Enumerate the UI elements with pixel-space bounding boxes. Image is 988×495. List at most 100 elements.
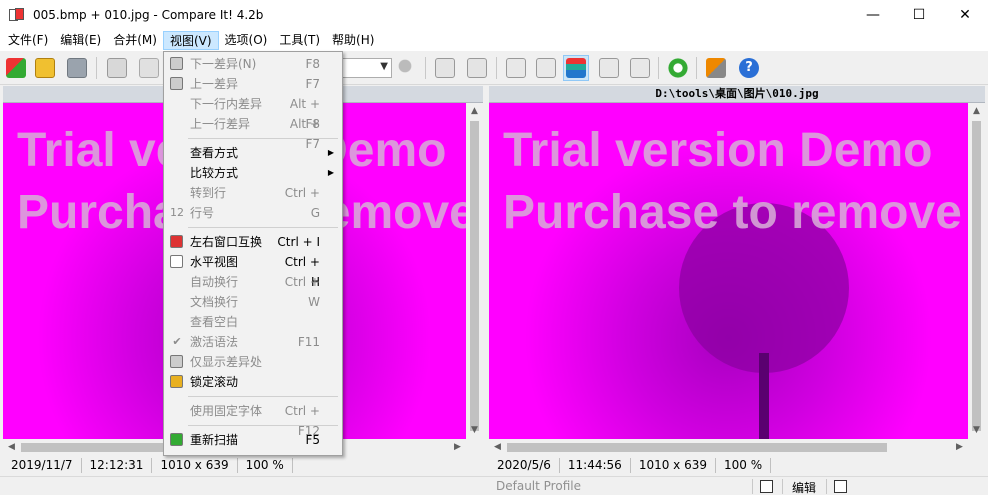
rescan-button[interactable] — [665, 55, 691, 81]
menu-item-label: 重新扫描 — [190, 433, 239, 447]
watermark-line1: Trial version Demo — [503, 124, 933, 177]
scroll-left-icon[interactable]: ◀ — [489, 439, 506, 456]
scroll-thumb[interactable] — [972, 121, 981, 431]
preview-button[interactable] — [136, 55, 162, 81]
view-menu-item[interactable]: 比较方式 ▶ — [164, 163, 342, 183]
menu-item-shortcut: F8 — [305, 57, 320, 71]
submenu-arrow-icon: ▶ — [327, 168, 334, 177]
menu-item-label: 水平视图 — [190, 255, 239, 269]
copy-right-all-button[interactable] — [533, 55, 559, 81]
close-button[interactable]: ✕ — [942, 0, 988, 30]
zoom-level: 100 % — [238, 458, 293, 473]
file-date: 2019/11/7 — [3, 458, 82, 473]
view-menu-item[interactable]: 转到行 Ctrl + G — [164, 183, 342, 220]
right-pane-header: D:\tools\桌面\图片\010.jpg — [489, 86, 985, 103]
view-menu-item[interactable]: 上一行差异 Alt + F7 — [164, 114, 342, 151]
menu-item-shortcut: F5 — [305, 433, 320, 447]
refresh-icon — [668, 58, 688, 78]
scroll-down-icon[interactable]: ▼ — [466, 422, 483, 439]
menu-view[interactable]: 视图(V) — [162, 31, 219, 50]
magnifier-icon — [139, 58, 159, 78]
compare-files-icon — [6, 58, 26, 78]
scroll-thumb[interactable] — [470, 121, 479, 431]
first-diff-button[interactable] — [432, 55, 458, 81]
search-combo[interactable]: ▼ — [340, 58, 392, 78]
view-menu-item[interactable]: 查看空白 — [164, 312, 342, 332]
right-vertical-scrollbar[interactable]: ▲ ▼ — [968, 103, 985, 439]
copy-left-all-button[interactable] — [627, 55, 653, 81]
image-size: 1010 x 639 — [152, 458, 238, 473]
menu-edit[interactable]: 编辑(E) — [54, 31, 107, 50]
status-checkbox-2[interactable] — [834, 480, 847, 493]
view-menu-item[interactable]: 查看方式 ▶ — [164, 143, 342, 163]
menu-item-label: 上一行差异 — [190, 117, 251, 131]
save-button[interactable] — [64, 55, 90, 81]
view-menu-item[interactable]: 上一差异 F7 — [164, 74, 342, 94]
zoom-level: 100 % — [716, 458, 772, 473]
menu-help[interactable]: 帮助(H) — [326, 31, 380, 50]
view-menu-item[interactable]: 重新扫描 F5 — [164, 430, 342, 450]
scroll-right-icon[interactable]: ▶ — [951, 439, 968, 456]
scroll-thumb[interactable] — [507, 443, 887, 452]
swap-icon — [170, 235, 183, 248]
copy-left-button[interactable] — [596, 55, 622, 81]
view-menu-item[interactable]: 锁定滚动 — [164, 372, 342, 392]
scroll-up-icon[interactable]: ▲ — [466, 103, 483, 120]
file-date: 2020/5/6 — [489, 458, 560, 473]
menu-item-shortcut: Ctrl + I — [277, 235, 320, 249]
menu-file[interactable]: 文件(F) — [2, 31, 54, 50]
menu-item-label: 仅显示差异处 — [190, 355, 263, 369]
copy-right-button[interactable] — [503, 55, 529, 81]
app-icon — [9, 8, 25, 22]
check-icon: ✔ — [172, 335, 182, 348]
menu-separator — [188, 227, 338, 228]
menu-item-label: 比较方式 — [190, 166, 239, 180]
view-menu-item[interactable]: 文档换行 — [164, 292, 342, 312]
scroll-left-icon[interactable]: ◀ — [3, 439, 20, 456]
menu-merge[interactable]: 合并(M) — [107, 31, 163, 50]
options-button[interactable] — [703, 55, 729, 81]
menu-options[interactable]: 选项(O) — [219, 31, 274, 50]
scroll-up-icon[interactable]: ▲ — [968, 103, 985, 120]
view-menu-item[interactable]: 下一行内差异 Alt + F8 — [164, 94, 342, 131]
first-diff-icon — [435, 58, 455, 78]
view-menu-item[interactable]: 水平视图 Ctrl + H — [164, 252, 342, 289]
open-folder-button[interactable] — [32, 55, 58, 81]
left-vertical-scrollbar[interactable]: ▲ ▼ — [466, 103, 483, 439]
lock-icon — [170, 375, 183, 388]
save-icon — [67, 58, 87, 78]
status-checkbox-1[interactable] — [760, 480, 773, 493]
view-menu-item[interactable]: 使用固定字体 Ctrl + F12 — [164, 401, 342, 438]
scroll-down-icon[interactable]: ▼ — [968, 422, 985, 439]
view-menu-item[interactable]: 仅显示差异处 — [164, 352, 342, 372]
right-image: Trial version Demo Purchase to remove — [489, 103, 968, 439]
diff-only-icon — [170, 355, 183, 368]
last-diff-button[interactable] — [464, 55, 490, 81]
scroll-right-icon[interactable]: ▶ — [449, 439, 466, 456]
view-menu-dropdown: 下一差异(N) F8 上一差异 F7 下一行内差异 Alt + F8 上一行差异 Alt + … — [163, 51, 343, 456]
find-button[interactable] — [394, 55, 420, 81]
view-menu-item[interactable]: 12 行号 — [164, 203, 342, 223]
print-button[interactable] — [104, 55, 130, 81]
view-menu-item[interactable]: ✔ 激活语法 F11 — [164, 332, 342, 352]
new-compare-button[interactable] — [3, 55, 29, 81]
copy-left-all-icon — [630, 58, 650, 78]
help-button[interactable]: ? — [736, 55, 762, 81]
merge-down-button[interactable] — [563, 55, 589, 81]
menu-tools[interactable]: 工具(T) — [273, 31, 326, 50]
arrow-down-icon — [566, 58, 586, 78]
view-menu-item[interactable]: 下一差异(N) F8 — [164, 54, 342, 74]
menu-item-label: 锁定滚动 — [190, 375, 239, 389]
right-pane[interactable]: D:\tools\桌面\图片\010.jpg Trial version Dem… — [489, 86, 985, 456]
right-horizontal-scrollbar[interactable]: ◀ ▶ — [489, 439, 968, 456]
menu-item-label: 自动换行 — [190, 275, 239, 289]
maximize-button[interactable]: ☐ — [896, 0, 942, 30]
view-menu-item[interactable]: 左右窗口互换 Ctrl + I — [164, 232, 342, 252]
minimize-button[interactable]: — — [850, 0, 896, 30]
menu-item-shortcut: F7 — [305, 77, 320, 91]
folder-icon — [35, 58, 55, 78]
chevron-down-icon: ▼ — [380, 61, 388, 72]
view-menu-item[interactable]: 自动换行 Ctrl + W — [164, 272, 342, 309]
profile-label: Default Profile — [496, 479, 581, 493]
prev-diff-icon — [170, 77, 183, 90]
